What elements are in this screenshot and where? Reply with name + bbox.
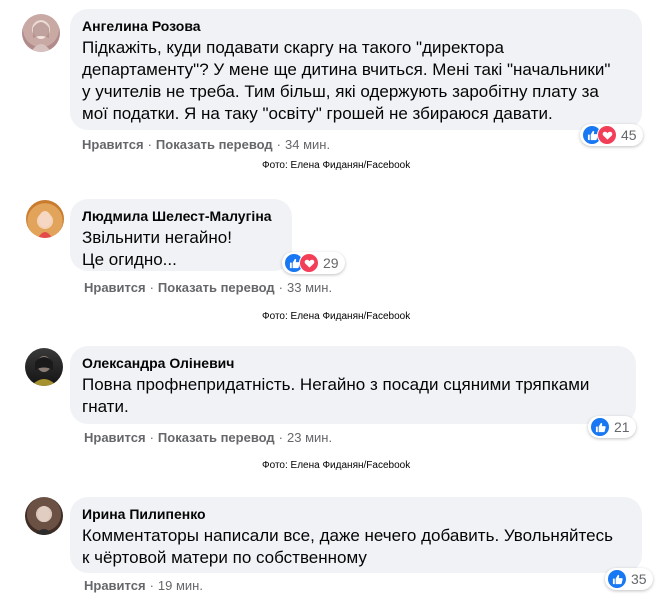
- photo-caption: Фото: Елена Фиданян/Facebook: [262, 160, 411, 171]
- like-button[interactable]: Нравится: [84, 578, 146, 593]
- comment-line: департаменту"? У мене ще дитина вчиться.…: [82, 60, 611, 79]
- comment-line: мої податки. Я на таку "освіту" грошей н…: [82, 104, 553, 123]
- show-translation-button[interactable]: Показать перевод: [158, 280, 275, 295]
- comment-line: Звільнити негайно!: [82, 228, 232, 247]
- comment-bubble: Людмила Шелест-Малугіна Звільнити негайн…: [70, 199, 292, 271]
- love-icon: [597, 125, 617, 145]
- comment-author[interactable]: Олександра Оліневич: [82, 354, 622, 372]
- comment-time[interactable]: 19 мин.: [158, 578, 203, 593]
- avatar-photo-icon: [35, 506, 53, 535]
- comment-time[interactable]: 34 мин.: [285, 137, 330, 152]
- comment-author[interactable]: Ирина Пилипенко: [82, 505, 628, 523]
- avatar[interactable]: [25, 348, 63, 386]
- show-translation-button[interactable]: Показать перевод: [156, 137, 273, 152]
- comment-time[interactable]: 23 мин.: [287, 430, 332, 445]
- separator-dot: ·: [276, 137, 282, 152]
- separator-dot: ·: [278, 280, 284, 295]
- comment-actions: Нравится · Показать перевод · 34 мин.: [82, 137, 330, 153]
- show-translation-button[interactable]: Показать перевод: [158, 430, 275, 445]
- comment-bubble: Ирина Пилипенко Комментаторы написали вс…: [70, 497, 642, 573]
- comment-text: Підкажіть, куди подавати скаргу на таког…: [82, 37, 628, 125]
- like-button[interactable]: Нравится: [82, 137, 144, 152]
- separator-dot: ·: [147, 137, 152, 152]
- separator-dot: ·: [149, 280, 154, 295]
- comment-line: Повна профнепридатність. Негайно з посад…: [82, 375, 590, 394]
- avatar-photo-icon: [31, 356, 57, 386]
- comment-line: у учителів не треба. Тим більш, які одер…: [82, 82, 599, 101]
- comment-line: гнати.: [82, 397, 129, 416]
- like-icon: [590, 417, 610, 437]
- comment-line: Підкажіть, куди подавати скаргу на таког…: [82, 38, 505, 57]
- comment-bubble: Олександра Оліневич Повна профнепридатні…: [70, 346, 636, 424]
- comment-author[interactable]: Людмила Шелест-Малугіна: [82, 207, 278, 225]
- reaction-count: 29: [323, 255, 339, 271]
- reaction-summary[interactable]: 29: [282, 252, 345, 274]
- comment-text: Звільнити негайно! Це огидно...: [82, 227, 278, 271]
- like-icon: [607, 569, 627, 589]
- comment-line: к чёртовой матери по собственному: [82, 548, 367, 567]
- comment-bubble: Ангелина Розова Підкажіть, куди подавати…: [70, 9, 642, 130]
- avatar-photo-icon: [38, 211, 52, 238]
- avatar[interactable]: [25, 497, 63, 535]
- photo-caption: Фото: Елена Фиданян/Facebook: [262, 460, 411, 471]
- comment-line: Це огидно...: [82, 250, 177, 269]
- reaction-summary[interactable]: 35: [605, 568, 653, 590]
- reaction-summary[interactable]: 21: [588, 416, 636, 438]
- comment-actions: Нравится · Показать перевод · 23 мин.: [84, 430, 332, 446]
- reaction-count: 21: [614, 419, 630, 435]
- separator-dot: ·: [278, 430, 284, 445]
- photo-caption: Фото: Елена Фиданян/Facebook: [262, 311, 411, 322]
- avatar[interactable]: [22, 14, 60, 52]
- comment-line: Комментаторы написали все, даже нечего д…: [82, 526, 613, 545]
- reaction-summary[interactable]: 45: [580, 124, 643, 146]
- comment-actions: Нравится · Показать перевод · 33 мин.: [84, 280, 332, 296]
- like-button[interactable]: Нравится: [84, 280, 146, 295]
- avatar[interactable]: [26, 200, 64, 238]
- comment-text: Повна профнепридатність. Негайно з посад…: [82, 374, 622, 418]
- reaction-count: 45: [621, 127, 637, 143]
- comment-author[interactable]: Ангелина Розова: [82, 17, 628, 35]
- comment-actions: Нравится · 19 мин.: [84, 578, 203, 594]
- comment-time[interactable]: 33 мин.: [287, 280, 332, 295]
- separator-dot: ·: [149, 430, 154, 445]
- avatar-photo-icon: [31, 21, 51, 52]
- separator-dot: ·: [149, 578, 154, 593]
- reaction-count: 35: [631, 571, 647, 587]
- love-icon: [299, 253, 319, 273]
- like-button[interactable]: Нравится: [84, 430, 146, 445]
- comment-text: Комментаторы написали все, даже нечего д…: [82, 525, 628, 569]
